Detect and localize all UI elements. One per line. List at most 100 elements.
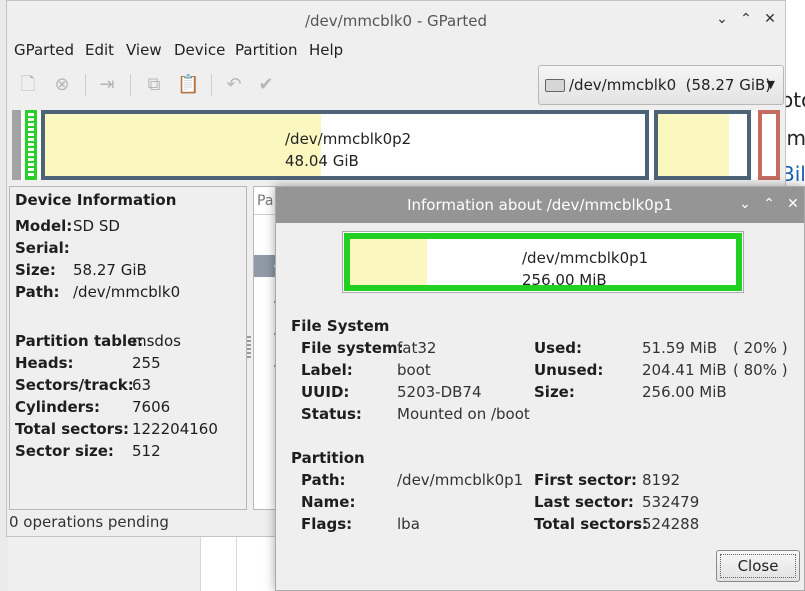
device-selector-value: /dev/mmcblk0 (58.27 GiB): [569, 76, 772, 94]
new-icon[interactable]: 🗋: [17, 74, 39, 96]
info-key: File system:: [301, 339, 404, 357]
info-value: 204.41 MiB: [642, 361, 727, 379]
desktop-background: [8, 537, 200, 591]
info-key: Used:: [534, 339, 583, 357]
close-icon[interactable]: ✕: [786, 197, 800, 211]
info-value: fat32: [397, 339, 437, 357]
device-info-panel: Device Information Model: SD SD Serial: S…: [9, 186, 247, 510]
dialog-title: Information about /dev/mmcblk0p1: [276, 187, 804, 223]
used-space-bar: [658, 114, 730, 176]
partition-block-label: /dev/mmcblk0p2 48.04 GiB: [285, 128, 411, 172]
device-info-value: SD SD: [73, 217, 120, 235]
chevron-down-icon: ▼: [766, 78, 775, 91]
info-key: Unused:: [534, 361, 604, 379]
device-info-key: Sectors/track:: [15, 376, 134, 394]
partition-name: /dev/mmcblk0p2: [285, 130, 412, 148]
device-info-heading: Device Information: [15, 191, 177, 209]
copy-icon[interactable]: ⧉: [143, 74, 165, 96]
menu-edit[interactable]: Edit: [85, 39, 114, 61]
partition-block-boot[interactable]: [25, 110, 37, 180]
partition-graph: /dev/mmcblk0p2 48.04 GiB: [12, 110, 780, 180]
info-key: Size:: [534, 383, 575, 401]
info-percent: ( 80% ): [733, 361, 788, 379]
device-info-value: 122204160: [132, 420, 218, 438]
maximize-icon[interactable]: ⌃: [739, 12, 753, 26]
info-value: 5203-DB74: [397, 383, 482, 401]
info-value: boot: [397, 361, 431, 379]
apply-icon[interactable]: ✔: [255, 74, 277, 96]
section-heading-file-system: File System: [291, 317, 390, 335]
info-key: Status:: [301, 405, 362, 423]
resize-move-icon[interactable]: ⇥: [96, 74, 118, 96]
info-value: 524288: [642, 515, 700, 533]
partition-block-boot: /dev/mmcblk0p1 256.00 MiB: [344, 233, 742, 291]
info-key: Path:: [301, 471, 346, 489]
device-info-key: Cylinders:: [15, 398, 100, 416]
maximize-icon[interactable]: ⌃: [762, 197, 776, 211]
device-info-value: 63: [132, 376, 152, 394]
info-value: Mounted on /boot: [397, 405, 530, 423]
used-space-bar: [350, 239, 428, 285]
info-value: 256.00 MiB: [642, 383, 727, 401]
minimize-icon[interactable]: ⌄: [715, 12, 729, 26]
info-value: 51.59 MiB: [642, 339, 718, 357]
menu-device[interactable]: Device: [174, 39, 225, 61]
partition-name: /dev/mmcblk0p1: [522, 249, 649, 267]
device-info-key: Model:: [15, 217, 73, 235]
status-bar: 0 operations pending: [9, 513, 169, 531]
device-info-key: Path:: [15, 283, 60, 301]
device-info-key: Total sectors:: [15, 420, 129, 438]
device-info-key: Heads:: [15, 354, 74, 372]
partition-block-root[interactable]: /dev/mmcblk0p2 48.04 GiB: [41, 110, 649, 180]
close-icon[interactable]: ✕: [763, 12, 777, 26]
menu-gparted[interactable]: GParted: [14, 39, 74, 61]
partition-usage-graph: /dev/mmcblk0p1 256.00 MiB: [342, 231, 744, 293]
info-key: Flags:: [301, 515, 353, 533]
device-info-key: Size:: [15, 261, 56, 279]
info-key: Name:: [301, 493, 356, 511]
info-key: Last sector:: [534, 493, 634, 511]
device-info-value: 7606: [132, 398, 171, 416]
close-button[interactable]: Close: [716, 550, 800, 582]
delete-icon[interactable]: ⊗: [51, 74, 73, 96]
partition-block-other[interactable]: [758, 110, 780, 180]
paste-icon[interactable]: 📋: [177, 74, 199, 96]
info-value: 8192: [642, 471, 681, 489]
info-value: 532479: [642, 493, 700, 511]
info-key: Label:: [301, 361, 353, 379]
used-space-bar: [45, 114, 321, 176]
menu-partition[interactable]: Partition: [235, 39, 298, 61]
device-info-key: Serial:: [15, 239, 70, 257]
info-value: lba: [397, 515, 420, 533]
device-info-key: Partition table:: [15, 332, 144, 350]
info-key: UUID:: [301, 383, 350, 401]
partition-size: 256.00 MiB: [522, 271, 607, 289]
device-selector[interactable]: /dev/mmcblk0 (58.27 GiB) ▼: [538, 65, 784, 105]
pane-resize-handle[interactable]: [247, 336, 251, 360]
menu-view[interactable]: View: [126, 39, 162, 61]
info-percent: ( 20% ): [733, 339, 788, 357]
info-key: First sector:: [534, 471, 637, 489]
partition-info-dialog: Information about /dev/mmcblk0p1 ⌄ ⌃ ✕ /…: [275, 186, 805, 591]
device-info-value: /dev/mmcblk0: [73, 283, 181, 301]
info-key: Total sectors:: [534, 515, 648, 533]
menu-help[interactable]: Help: [309, 39, 343, 61]
desktop-panel-strip: [200, 537, 237, 591]
disk-icon: [545, 79, 565, 92]
info-value: /dev/mmcblk0p1: [397, 471, 524, 489]
partition-block-data[interactable]: [654, 110, 751, 180]
partition-block-unallocated[interactable]: [12, 110, 21, 180]
toolbar-separator: [130, 74, 131, 96]
device-info-value: msdos: [132, 332, 181, 350]
section-heading-partition: Partition: [291, 449, 365, 467]
window-title: /dev/mmcblk0 - GParted: [304, 12, 488, 30]
device-info-value: 512: [132, 442, 161, 460]
minimize-icon[interactable]: ⌄: [738, 197, 752, 211]
partition-block-label: /dev/mmcblk0p1 256.00 MiB: [522, 247, 648, 291]
toolbar-separator: [211, 74, 212, 96]
toolbar-separator: [85, 74, 86, 96]
device-info-value: 58.27 GiB: [73, 261, 147, 279]
focus-ring: [720, 554, 796, 578]
undo-icon[interactable]: ↶: [223, 74, 245, 96]
partition-size: 48.04 GiB: [285, 152, 359, 170]
